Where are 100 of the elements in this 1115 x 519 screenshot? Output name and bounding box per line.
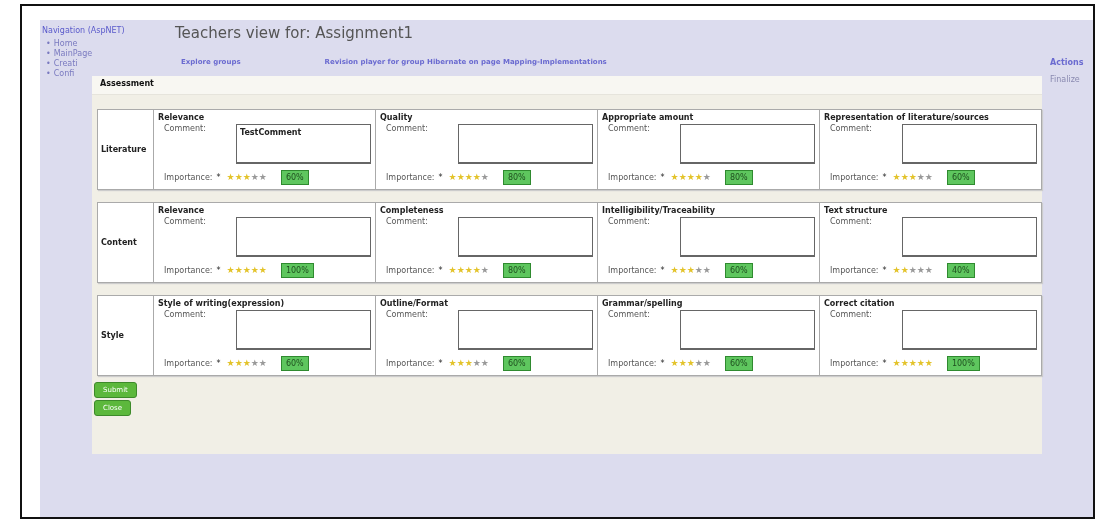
star-icon[interactable]: ★ (226, 359, 235, 368)
star-icon[interactable]: ★ (472, 173, 481, 182)
comment-field[interactable]: TestComment (236, 124, 371, 164)
percent-badge: 60% (502, 356, 531, 371)
star-icon[interactable]: ★ (924, 266, 933, 275)
star-icon[interactable]: ★ (892, 359, 901, 368)
star-icon[interactable]: ★ (924, 173, 933, 182)
star-icon[interactable]: ★ (242, 173, 251, 182)
comment-field[interactable] (458, 124, 593, 164)
importance-label: Importance: (608, 359, 657, 368)
star-icon[interactable]: ★ (678, 173, 687, 182)
star-icon[interactable]: ★ (686, 266, 695, 275)
sidebar-link[interactable]: Confi (53, 69, 75, 79)
star-icon[interactable]: ★ (694, 173, 703, 182)
star-icon[interactable]: ★ (924, 359, 933, 368)
star-icon[interactable]: ★ (464, 266, 473, 275)
star-icon[interactable]: ★ (456, 173, 465, 182)
sidebar-link[interactable]: Home (53, 39, 78, 49)
comment-field[interactable] (236, 217, 371, 257)
star-icon[interactable]: ★ (900, 266, 909, 275)
star-icon[interactable]: ★ (234, 266, 243, 275)
bullet: • (46, 49, 51, 59)
star-icon[interactable]: ★ (250, 266, 259, 275)
category-label: Literature (100, 144, 148, 156)
star-icon[interactable]: ★ (900, 173, 909, 182)
comment-label: Comment: (830, 124, 873, 135)
star-icon[interactable]: ★ (464, 173, 473, 182)
star-icon[interactable]: ★ (480, 266, 489, 275)
star-icon[interactable]: ★ (694, 359, 703, 368)
star-icon[interactable]: ★ (242, 359, 251, 368)
bullet: • (46, 39, 51, 49)
required-mark: * (882, 359, 887, 368)
star-icon[interactable]: ★ (448, 266, 457, 275)
star-icon[interactable]: ★ (258, 359, 267, 368)
star-icon[interactable]: ★ (234, 173, 243, 182)
star-icon[interactable]: ★ (448, 173, 457, 182)
star-icon[interactable]: ★ (250, 173, 259, 182)
star-icon[interactable]: ★ (694, 266, 703, 275)
star-icon[interactable]: ★ (908, 173, 917, 182)
star-icon[interactable]: ★ (686, 359, 695, 368)
actions-title: Actions (1050, 58, 1084, 67)
star-icon[interactable]: ★ (464, 359, 473, 368)
star-icon[interactable]: ★ (472, 359, 481, 368)
star-icon[interactable]: ★ (472, 266, 481, 275)
star-icon[interactable]: ★ (226, 266, 235, 275)
comment-field[interactable] (902, 124, 1037, 164)
comment-field[interactable] (236, 310, 371, 350)
comment-field[interactable] (680, 310, 815, 350)
star-icon[interactable]: ★ (480, 359, 489, 368)
star-icon[interactable]: ★ (480, 173, 489, 182)
comment-field[interactable] (902, 217, 1037, 257)
comment-field[interactable] (458, 217, 593, 257)
comment-field[interactable] (680, 124, 815, 164)
percent-badge: 60% (724, 356, 753, 371)
star-icon[interactable]: ★ (892, 173, 901, 182)
star-icon[interactable]: ★ (916, 266, 925, 275)
star-icon[interactable]: ★ (702, 266, 711, 275)
star-icon[interactable]: ★ (234, 359, 243, 368)
criterion-title: Relevance (158, 206, 206, 215)
comment-field[interactable] (902, 310, 1037, 350)
importance-label: Importance: (830, 266, 879, 275)
star-icon[interactable]: ★ (702, 359, 711, 368)
star-icon[interactable]: ★ (892, 266, 901, 275)
star-icon[interactable]: ★ (226, 173, 235, 182)
importance-label: Importance: (164, 173, 213, 182)
star-icon[interactable]: ★ (908, 359, 917, 368)
star-icon[interactable]: ★ (242, 266, 251, 275)
star-icon[interactable]: ★ (670, 266, 679, 275)
star-icon[interactable]: ★ (670, 359, 679, 368)
required-mark: * (660, 266, 665, 275)
star-icon[interactable]: ★ (900, 359, 909, 368)
action-link[interactable]: Finalize (1050, 75, 1093, 84)
importance-label: Importance: (164, 359, 213, 368)
criterion-title: Representation of literature/sources (824, 113, 990, 122)
criterion-title: Completeness (380, 206, 445, 215)
sidebar-link[interactable]: Creati (53, 59, 78, 69)
comment-label: Comment: (386, 217, 429, 228)
star-icon[interactable]: ★ (702, 173, 711, 182)
star-icon[interactable]: ★ (250, 359, 259, 368)
star-icon[interactable]: ★ (916, 359, 925, 368)
star-icon[interactable]: ★ (258, 173, 267, 182)
star-icon[interactable]: ★ (670, 173, 679, 182)
importance-label: Importance: (830, 173, 879, 182)
star-icon[interactable]: ★ (456, 266, 465, 275)
star-icon[interactable]: ★ (678, 266, 687, 275)
comment-label: Comment: (164, 124, 207, 135)
comment-field[interactable] (458, 310, 593, 350)
star-icon[interactable]: ★ (678, 359, 687, 368)
sidebar-link[interactable]: MainPage (53, 49, 93, 59)
star-icon[interactable]: ★ (686, 173, 695, 182)
bullet: • (46, 69, 51, 79)
star-icon[interactable]: ★ (258, 266, 267, 275)
star-icon[interactable]: ★ (448, 359, 457, 368)
importance-label: Importance: (386, 173, 435, 182)
star-icon[interactable]: ★ (916, 173, 925, 182)
percent-badge: 100% (946, 356, 980, 371)
star-icon[interactable]: ★ (456, 359, 465, 368)
comment-label: Comment: (164, 217, 207, 228)
star-icon[interactable]: ★ (908, 266, 917, 275)
comment-field[interactable] (680, 217, 815, 257)
